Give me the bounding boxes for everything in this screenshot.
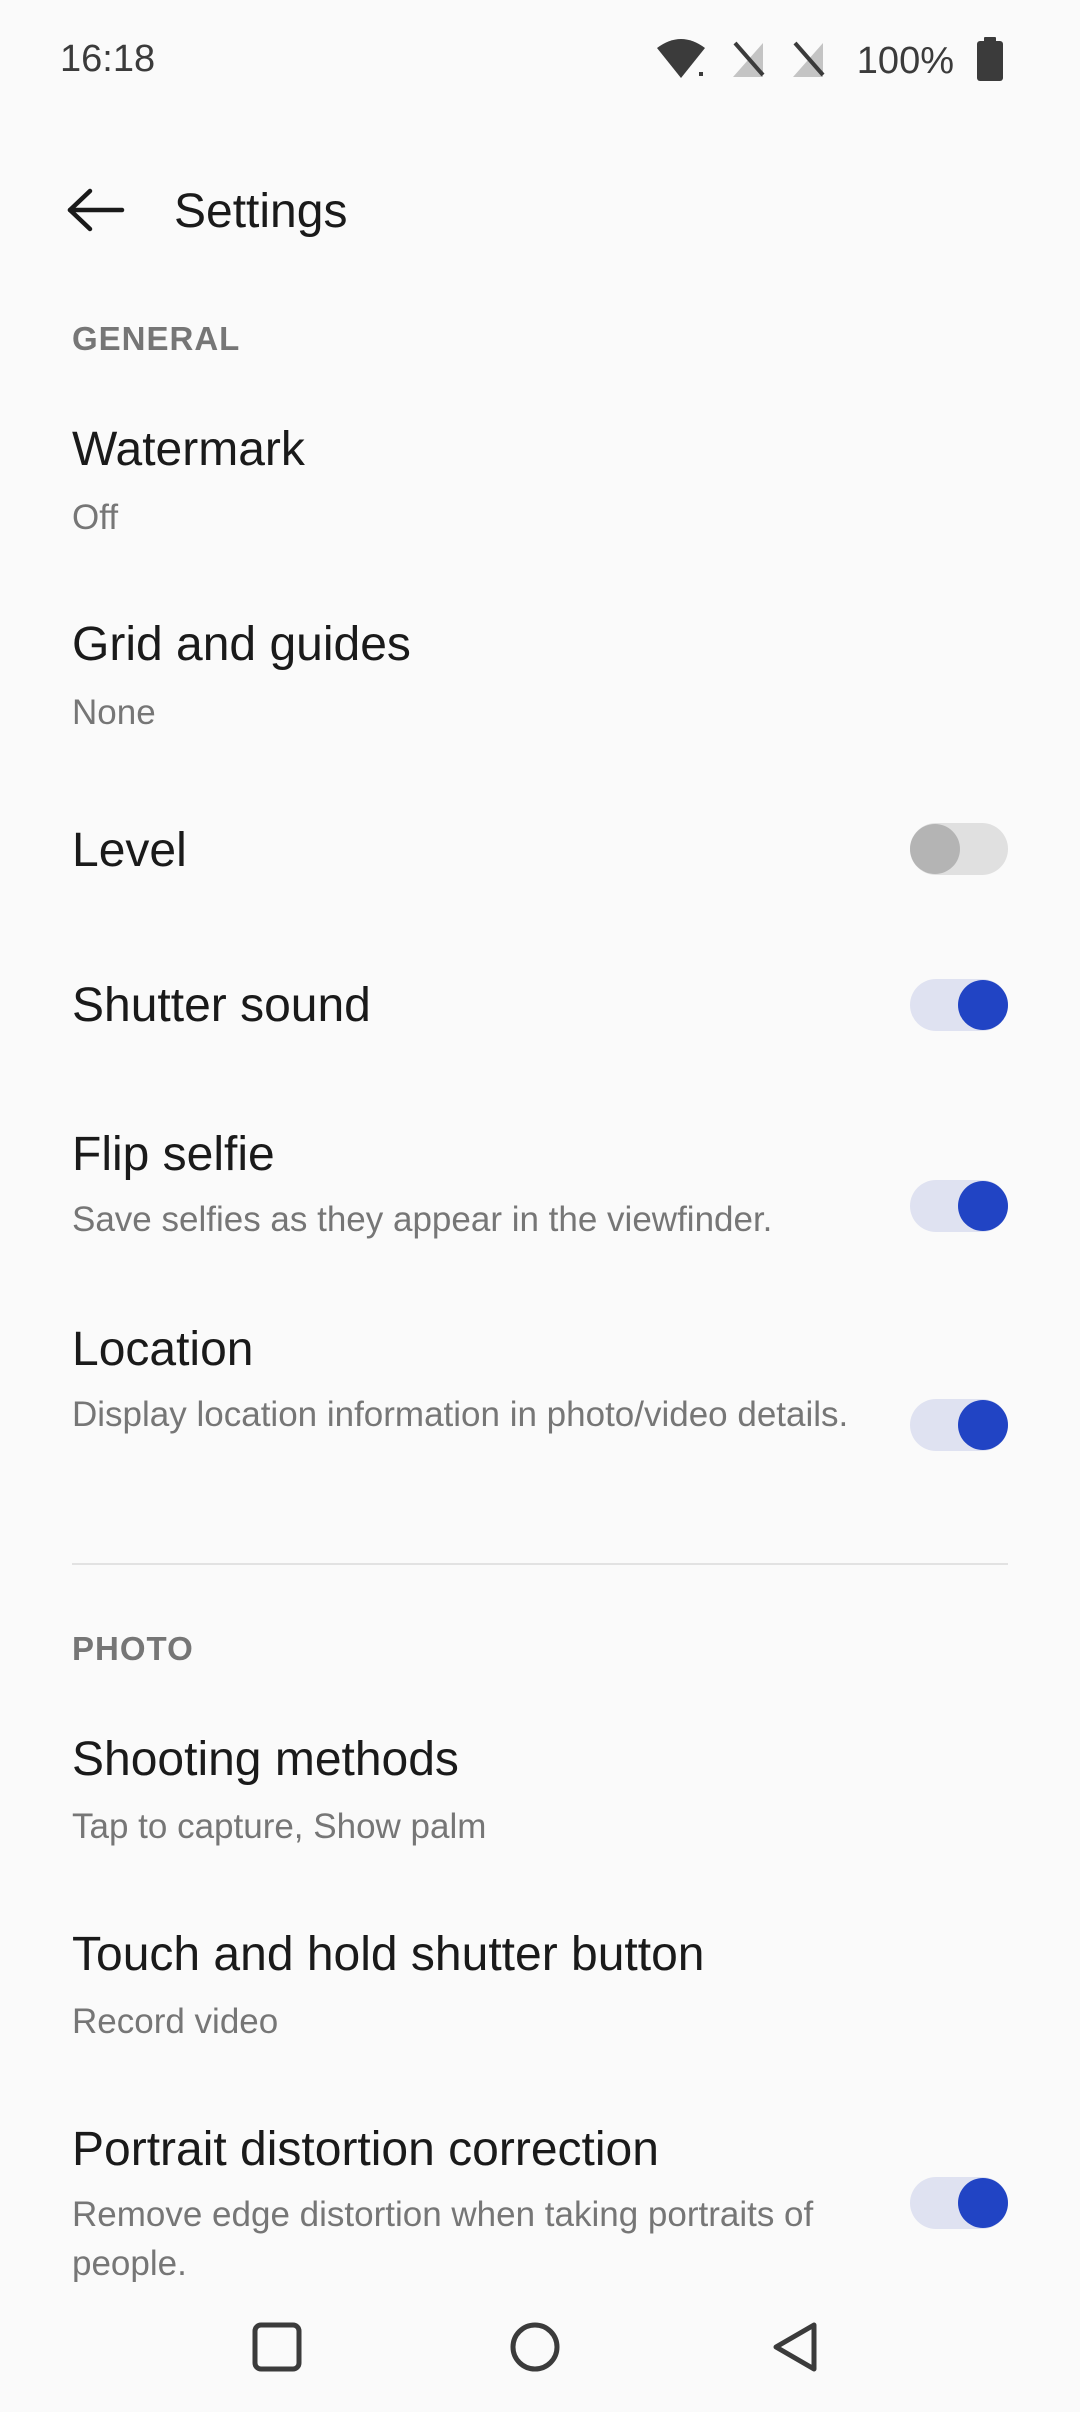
settings-list[interactable]: 16:18 100% Settings GENERAL Watermark Of… bbox=[0, 0, 1080, 2282]
back-button[interactable] bbox=[56, 180, 136, 244]
setting-portrait-distortion-correction[interactable]: Portrait distortion correction Remove ed… bbox=[0, 2102, 1080, 2282]
setting-title: Shutter sound bbox=[72, 979, 371, 1032]
home-button[interactable] bbox=[490, 2304, 580, 2394]
setting-title: Level bbox=[72, 824, 187, 877]
setting-shutter-sound[interactable]: Shutter sound bbox=[0, 945, 1080, 1065]
system-navigation-bar bbox=[0, 2282, 1080, 2412]
setting-title: Portrait distortion correction bbox=[72, 2123, 659, 2176]
toggle-thumb bbox=[910, 824, 960, 874]
level-toggle[interactable] bbox=[910, 823, 1008, 875]
setting-subtitle: Save selfies as they appear in the viewf… bbox=[72, 1200, 773, 1239]
settings-screen: 16:18 100% Settings GENERAL Watermark Of… bbox=[0, 0, 1080, 2412]
toggle-thumb bbox=[958, 980, 1008, 1030]
setting-flip-selfie[interactable]: Flip selfie Save selfies as they appear … bbox=[0, 1110, 1080, 1270]
flip-selfie-toggle[interactable] bbox=[910, 1180, 1008, 1232]
home-circle-icon bbox=[509, 2321, 561, 2378]
recents-square-icon bbox=[252, 2322, 302, 2377]
setting-subtitle: Remove edge distortion when taking portr… bbox=[72, 2195, 814, 2282]
portrait-distortion-toggle[interactable] bbox=[910, 2177, 1008, 2229]
battery-icon bbox=[976, 36, 1004, 86]
setting-subtitle: Display location information in photo/vi… bbox=[72, 1395, 849, 1434]
toggle-thumb bbox=[958, 2178, 1008, 2228]
no-sim-icon bbox=[729, 39, 767, 84]
section-divider bbox=[72, 1563, 1008, 1565]
setting-title: Grid and guides bbox=[72, 618, 411, 671]
setting-title: Location bbox=[72, 1323, 254, 1376]
section-header-general: GENERAL bbox=[72, 320, 241, 357]
battery-percentage: 100% bbox=[856, 39, 954, 82]
status-icons: 100% bbox=[655, 36, 1004, 86]
setting-title: Flip selfie bbox=[72, 1128, 275, 1181]
setting-value: Off bbox=[72, 498, 119, 537]
toggle-thumb bbox=[958, 1181, 1008, 1231]
wifi-icon bbox=[655, 38, 707, 85]
setting-level[interactable]: Level bbox=[0, 790, 1080, 910]
setting-value: Tap to capture, Show palm bbox=[72, 1807, 487, 1846]
status-bar: 16:18 100% bbox=[0, 0, 1080, 125]
setting-title: Touch and hold shutter button bbox=[72, 1928, 705, 1981]
page-title: Settings bbox=[174, 185, 348, 238]
no-sim-icon bbox=[789, 39, 827, 84]
setting-watermark[interactable]: Watermark Off bbox=[0, 400, 1080, 560]
setting-title: Watermark bbox=[72, 423, 305, 476]
section-header-photo: PHOTO bbox=[72, 1630, 194, 1667]
setting-shooting-methods[interactable]: Shooting methods Tap to capture, Show pa… bbox=[0, 1712, 1080, 1872]
setting-location[interactable]: Location Display location information in… bbox=[0, 1305, 1080, 1515]
setting-value: None bbox=[72, 693, 156, 732]
back-triangle-icon bbox=[770, 2321, 820, 2378]
setting-title: Shooting methods bbox=[72, 1733, 459, 1786]
setting-grid-and-guides[interactable]: Grid and guides None bbox=[0, 595, 1080, 755]
shutter-sound-toggle[interactable] bbox=[910, 979, 1008, 1031]
app-bar: Settings bbox=[0, 160, 1080, 265]
arrow-left-icon bbox=[66, 188, 126, 237]
setting-value: Record video bbox=[72, 2002, 279, 2041]
location-toggle[interactable] bbox=[910, 1399, 1008, 1451]
setting-touch-and-hold-shutter[interactable]: Touch and hold shutter button Record vid… bbox=[0, 1907, 1080, 2067]
nav-back-button[interactable] bbox=[750, 2304, 840, 2394]
status-time: 16:18 bbox=[60, 38, 156, 80]
toggle-thumb bbox=[958, 1400, 1008, 1450]
recents-button[interactable] bbox=[232, 2304, 322, 2394]
